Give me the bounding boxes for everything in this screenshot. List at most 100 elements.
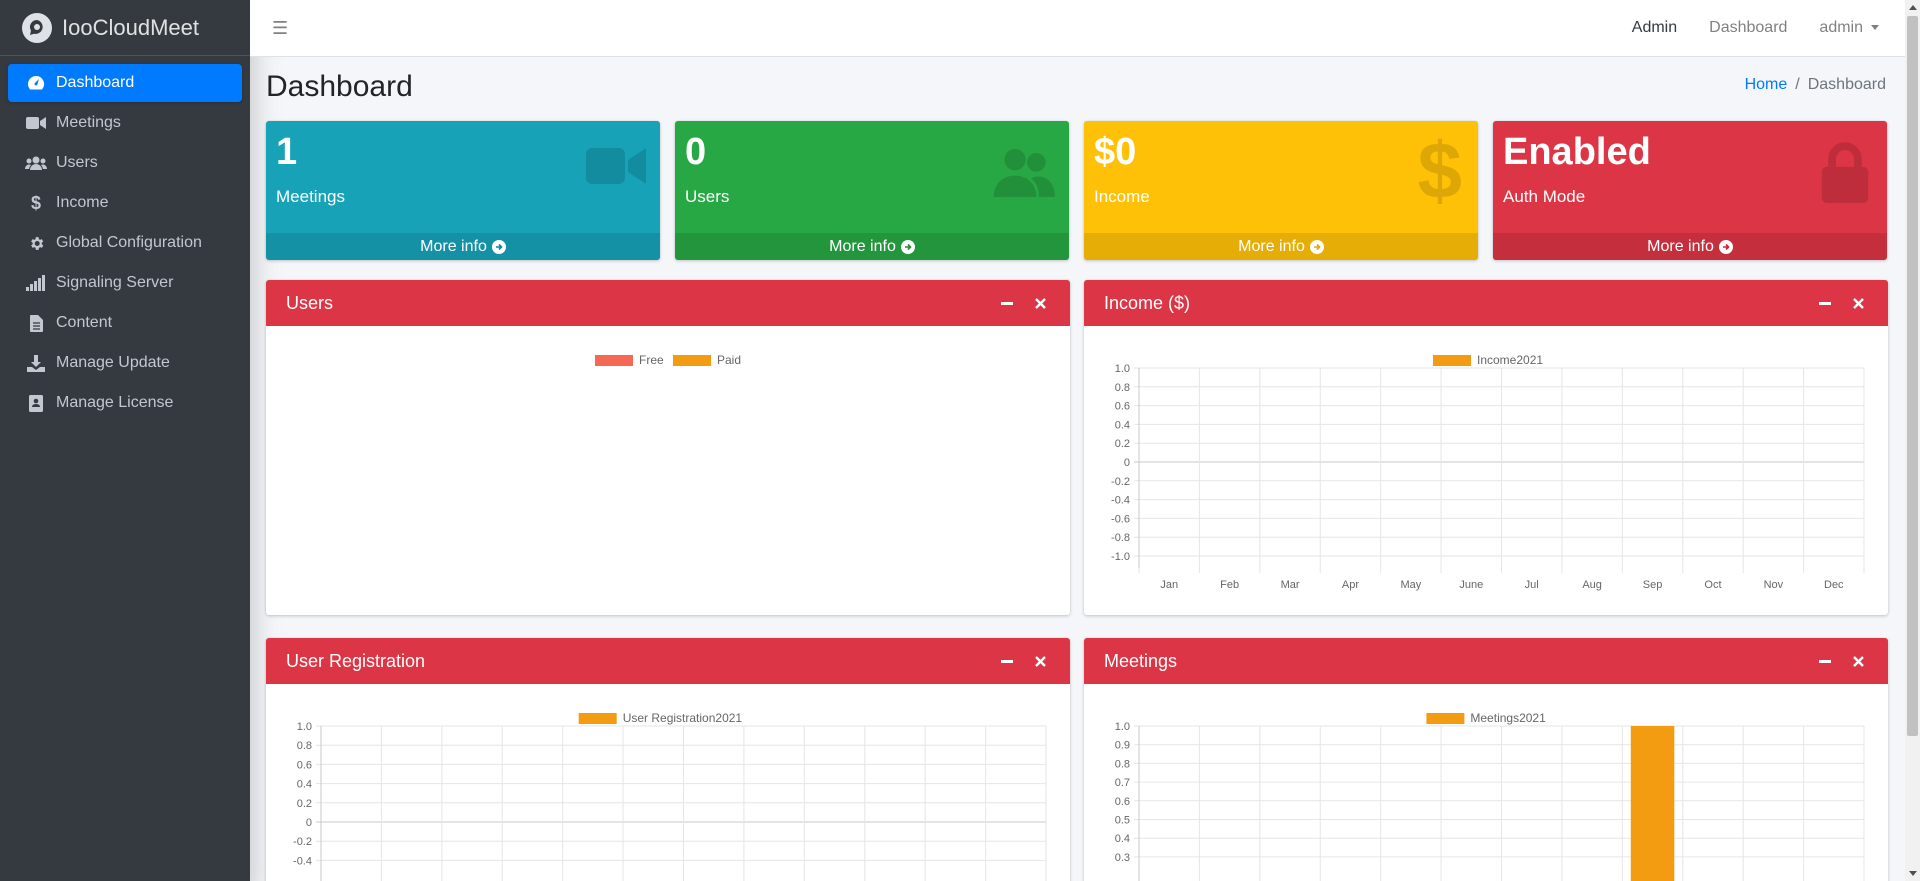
card-body: Free Paid [266,326,1070,615]
x-tick-label: Aug [1582,579,1602,591]
users-icon [24,155,48,171]
sidebar-item-global-configuration[interactable]: Global Configuration [8,224,242,262]
scroll-down-arrow-icon[interactable] [1909,871,1917,876]
collapse-button[interactable] [997,651,1017,671]
x-tick-label: Mar [1281,579,1300,591]
sidebar-item-label: Signaling Server [56,274,174,291]
close-icon [1034,297,1046,309]
breadcrumb-home-link[interactable]: Home [1745,76,1788,93]
page-title: Dashboard [266,70,413,103]
x-tick-label: Sep [1643,579,1663,591]
breadcrumb-current: Dashboard [1807,76,1886,93]
hamburger-icon[interactable]: ☰ [272,18,288,39]
minus-icon [1819,301,1831,305]
legend-label: Paid [717,353,741,367]
more-info-link[interactable]: More info [1493,233,1887,260]
close-icon [1852,297,1864,309]
arrow-circle-right-icon [1718,239,1733,254]
more-info-label: More info [829,237,896,255]
remove-button[interactable] [1848,651,1868,671]
y-tick-label: 0.2 [297,798,312,810]
caret-down-icon [1871,25,1879,31]
card-header: Meetings [1084,638,1888,684]
id-card-icon [24,394,48,412]
navbar-link-dashboard[interactable]: Dashboard [1709,19,1787,37]
y-tick-label: 0.8 [1115,382,1130,394]
card-title: Meetings [1104,650,1178,671]
users-icon [991,145,1055,206]
scroll-thumb[interactable] [1907,16,1918,736]
sidebar-item-dashboard[interactable]: Dashboard [8,64,242,102]
sidebar-item-income[interactable]: $ Income [8,184,242,222]
minus-icon [1001,301,1013,305]
more-info-label: More info [1238,237,1305,255]
brand-logo-icon [22,12,52,43]
y-tick-label: 0 [306,817,312,829]
stat-value: $0 [1094,131,1137,173]
more-info-label: More info [420,237,487,255]
y-tick-label: 0.7 [1115,777,1130,789]
document-icon [24,314,48,332]
close-icon [1034,655,1046,667]
card-tools [1802,293,1868,313]
close-icon [1852,655,1864,667]
x-tick-label: June [1459,579,1483,591]
scroll-up-arrow-icon[interactable] [1909,5,1917,10]
y-tick-label: 0.6 [1115,796,1130,808]
legend-label: Meetings2021 [1470,711,1546,725]
more-info-link[interactable]: More info [675,233,1069,260]
x-tick-label: Jul [1525,579,1539,591]
y-tick-label: 1.0 [1115,721,1130,733]
sidebar-item-label: Content [56,314,113,331]
legend-label: Free [639,353,664,367]
navbar-link-admin[interactable]: Admin [1632,19,1677,37]
x-tick-label: Oct [1704,579,1721,591]
income-card: Income ($) Income2021 1.0 0.8 0.6 0.4 0.2 0 -0.… [1084,280,1888,615]
more-info-link[interactable]: More info [1084,233,1478,260]
remove-button[interactable] [1848,293,1868,313]
y-tick-label: 1.0 [1115,363,1130,375]
user-registration-bar-chart: User Registration2021 1.0 0.8 0.6 0.4 0.2 0 -0.… [293,711,1047,881]
y-tick-label: -0.6 [1111,513,1130,525]
sidebar-item-content[interactable]: Content [8,304,242,342]
legend-swatch [578,713,617,724]
card-header: Income ($) [1084,280,1888,326]
sidebar-item-label: Manage License [56,394,174,411]
minus-icon [1819,659,1831,663]
more-info-link[interactable]: More info [266,233,660,260]
y-tick-label: 0.5 [1115,815,1130,827]
x-tick-label: Feb [1220,579,1239,591]
x-tick-label: Nov [1764,579,1784,591]
legend-swatch [673,355,711,366]
legend-swatch [595,355,633,366]
y-tick-label: 0.3 [1115,852,1130,864]
collapse-button[interactable] [1815,293,1835,313]
x-tick-label: Jan [1160,579,1178,591]
sidebar-item-users[interactable]: Users [8,144,242,182]
collapse-button[interactable] [997,293,1017,313]
sidebar-item-manage-update[interactable]: Manage Update [8,344,242,382]
y-tick-label: -0.2 [1111,476,1130,488]
income-stat-box: $0 Income $ More info [1084,121,1478,260]
video-camera-icon [24,116,48,130]
card-tools [984,293,1050,313]
sidebar-item-signaling-server[interactable]: Signaling Server [8,264,242,302]
y-tick-label: -0.8 [1111,532,1130,544]
sidebar-item-manage-license[interactable]: Manage License [8,384,242,422]
sidebar-item-meetings[interactable]: Meetings [8,104,242,142]
y-tick-label: 0.9 [1115,740,1130,752]
remove-button[interactable] [1030,293,1050,313]
x-tick-label: May [1400,579,1421,591]
y-tick-label: -0.4 [1111,495,1130,507]
brand-link[interactable]: IooCloudMeet [0,0,250,56]
user-menu-dropdown[interactable]: admin [1819,19,1879,37]
auth-mode-stat-box: Enabled Auth Mode More info [1493,121,1887,260]
collapse-button[interactable] [1815,651,1835,671]
page-scrollbar[interactable] [1905,0,1920,881]
navbar-links: Admin Dashboard admin [1600,19,1905,37]
y-tick-label: 0.8 [297,740,312,752]
signal-bars-icon [24,275,48,291]
y-tick-label: 0 [1124,457,1130,469]
remove-button[interactable] [1030,651,1050,671]
y-tick-label: 0.8 [1115,758,1130,770]
